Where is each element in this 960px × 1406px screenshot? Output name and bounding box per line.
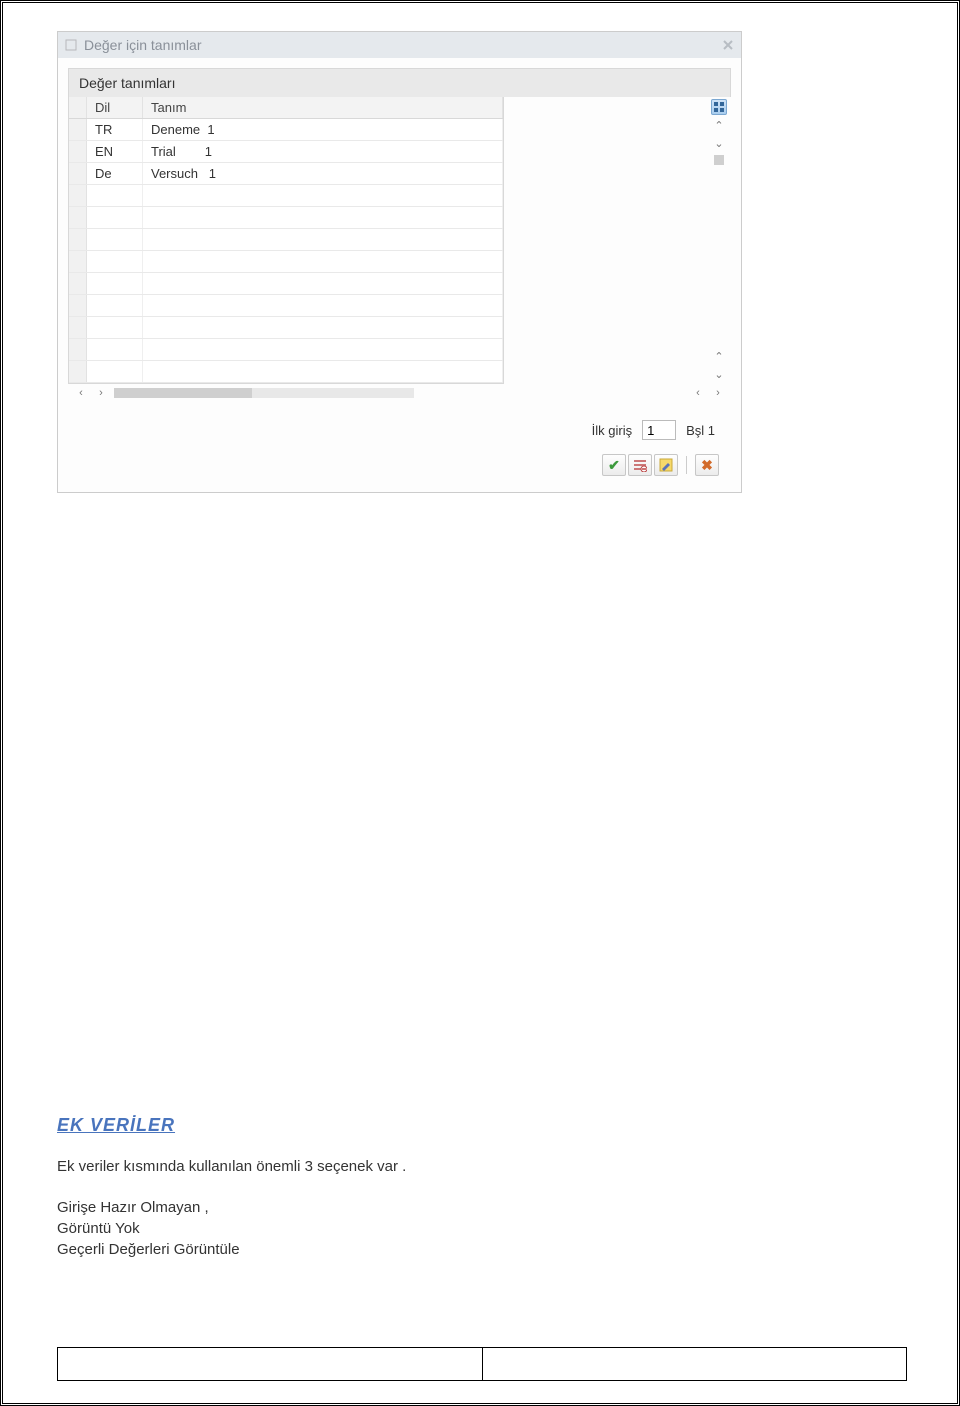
scroll-up-icon[interactable]: ⌃	[712, 350, 726, 364]
table-settings-icon[interactable]	[711, 99, 727, 115]
row-selector-header	[69, 97, 87, 118]
cell-tanim[interactable]	[143, 317, 503, 338]
document-section: EK VERİLER Ek veriler kısmında kullanıla…	[57, 1115, 897, 1260]
section-paragraph: Ek veriler kısmında kullanılan önemli 3 …	[57, 1158, 897, 1175]
cell-tanim[interactable]	[143, 229, 503, 250]
close-icon: ✖	[701, 457, 713, 474]
cell-tanim[interactable]	[143, 251, 503, 272]
option-line: Geçerli Değerleri Görüntüle	[57, 1239, 897, 1260]
scroll-down-icon[interactable]: ⌄	[712, 137, 726, 151]
window-icon	[64, 38, 78, 52]
first-entry-input[interactable]	[642, 420, 676, 440]
cancel-button[interactable]: ✖	[695, 454, 719, 476]
cell-tanim[interactable]: Trial 1	[143, 141, 503, 162]
cell-dil[interactable]: TR	[87, 119, 143, 140]
confirm-button[interactable]: ✔	[602, 454, 626, 476]
data-table: Dil Tanım TR Deneme 1 EN Trial 1	[68, 97, 504, 384]
check-icon: ✔	[608, 457, 620, 474]
row-selector[interactable]	[69, 119, 87, 140]
table-row[interactable]	[69, 295, 503, 317]
row-selector[interactable]	[69, 207, 87, 228]
table-row[interactable]	[69, 229, 503, 251]
column-header-dil[interactable]: Dil	[87, 97, 143, 118]
cell-dil[interactable]	[87, 207, 143, 228]
table-header-row: Dil Tanım	[69, 97, 503, 119]
table-row[interactable]	[69, 317, 503, 339]
cell-dil[interactable]: De	[87, 163, 143, 184]
cell-dil[interactable]	[87, 361, 143, 382]
option-list: Girişe Hazır Olmayan , Görüntü Yok Geçer…	[57, 1197, 897, 1260]
cell-tanim[interactable]	[143, 361, 503, 382]
first-entry-label: İlk giriş	[592, 423, 632, 438]
scroll-right-icon[interactable]: ›	[94, 386, 108, 400]
cell-tanim[interactable]: Versuch 1	[143, 163, 503, 184]
scroll-right-icon[interactable]: ›	[711, 386, 725, 400]
table-row[interactable]	[69, 361, 503, 383]
cell-tanim[interactable]	[143, 339, 503, 360]
row-selector[interactable]	[69, 229, 87, 250]
table-row[interactable]	[69, 273, 503, 295]
table-row[interactable]	[69, 185, 503, 207]
option-line: Girişe Hazır Olmayan ,	[57, 1197, 897, 1218]
footer-cell	[483, 1348, 907, 1380]
list-icon	[633, 458, 647, 472]
table-row[interactable]	[69, 251, 503, 273]
cell-dil[interactable]	[87, 317, 143, 338]
vertical-scrollbar: ⌃ ⌄ ⌃ ⌄	[707, 97, 731, 384]
scroll-down-icon[interactable]: ⌄	[712, 368, 726, 382]
hscroll-track[interactable]	[114, 388, 414, 398]
table-row[interactable]	[69, 339, 503, 361]
cell-dil[interactable]	[87, 273, 143, 294]
column-header-tanim[interactable]: Tanım	[143, 97, 503, 118]
pencil-icon	[659, 458, 673, 472]
scroll-up-icon[interactable]: ⌃	[712, 119, 726, 133]
button-separator	[686, 456, 687, 474]
option-line: Görüntü Yok	[57, 1218, 897, 1239]
scroll-thumb[interactable]	[714, 155, 724, 165]
row-selector[interactable]	[69, 317, 87, 338]
row-selector[interactable]	[69, 361, 87, 382]
table-row[interactable]: EN Trial 1	[69, 141, 503, 163]
table-row[interactable]	[69, 207, 503, 229]
edit-button[interactable]	[654, 454, 678, 476]
row-selector[interactable]	[69, 339, 87, 360]
cell-tanim[interactable]: Deneme 1	[143, 119, 503, 140]
bsl-label: Bşl 1	[686, 423, 715, 438]
row-selector[interactable]	[69, 185, 87, 206]
row-selector[interactable]	[69, 295, 87, 316]
dialog-button-row: ✔ ✖	[68, 448, 731, 486]
table-row[interactable]: De Versuch 1	[69, 163, 503, 185]
cell-dil[interactable]: EN	[87, 141, 143, 162]
dialog-body: Değer tanımları Dil Tanım TR Deneme 1	[58, 58, 741, 492]
close-icon[interactable]	[721, 38, 735, 52]
cell-dil[interactable]	[87, 251, 143, 272]
panel-label: Değer tanımları	[68, 68, 731, 97]
details-button[interactable]	[628, 454, 652, 476]
dialog-titlebar: Değer için tanımlar	[58, 32, 741, 58]
horizontal-scrollbar: ‹ › ‹ ›	[68, 384, 731, 404]
scroll-left-icon[interactable]: ‹	[74, 386, 88, 400]
section-heading: EK VERİLER	[57, 1115, 897, 1136]
cell-dil[interactable]	[87, 185, 143, 206]
dialog-title: Değer için tanımlar	[84, 37, 202, 53]
row-selector[interactable]	[69, 251, 87, 272]
page: Değer için tanımlar Değer tanımları Dil …	[0, 0, 960, 1406]
row-selector[interactable]	[69, 163, 87, 184]
entry-info-row: İlk giriş Bşl 1	[68, 404, 731, 448]
footer-table	[57, 1347, 907, 1381]
cell-tanim[interactable]	[143, 295, 503, 316]
hscroll-thumb[interactable]	[114, 388, 252, 398]
cell-dil[interactable]	[87, 339, 143, 360]
table-row[interactable]: TR Deneme 1	[69, 119, 503, 141]
dialog-window: Değer için tanımlar Değer tanımları Dil …	[57, 31, 742, 493]
scroll-left-icon[interactable]: ‹	[691, 386, 705, 400]
footer-cell	[58, 1348, 483, 1380]
cell-tanim[interactable]	[143, 207, 503, 228]
cell-dil[interactable]	[87, 229, 143, 250]
cell-dil[interactable]	[87, 295, 143, 316]
cell-tanim[interactable]	[143, 185, 503, 206]
cell-tanim[interactable]	[143, 273, 503, 294]
row-selector[interactable]	[69, 141, 87, 162]
row-selector[interactable]	[69, 273, 87, 294]
